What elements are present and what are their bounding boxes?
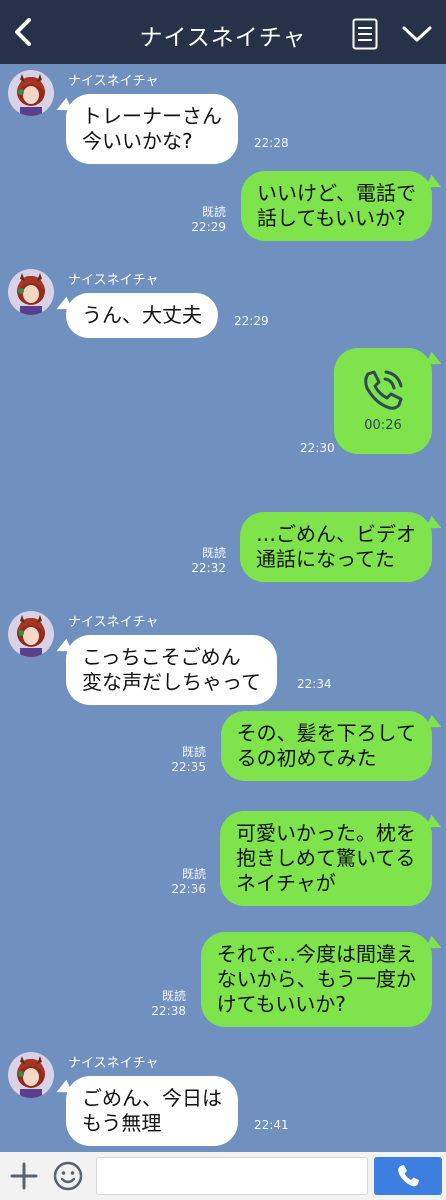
phone-icon: [358, 368, 406, 412]
message-time: 22:34: [297, 677, 332, 691]
chat-log[interactable]: ナイスネイチャ トレーナーさん 今いいかな? 22:28 いいけど、電話で 話し…: [0, 64, 446, 1152]
send-button[interactable]: [374, 1157, 442, 1195]
back-icon[interactable]: [8, 16, 38, 48]
sender-name: ナイスネイチャ: [68, 74, 159, 89]
message-line: それで…今度は間違え: [216, 942, 416, 966]
message-time: 22:38: [151, 1004, 186, 1018]
message-line: ネイチャが: [236, 871, 336, 895]
message-meta: 既読 22:36: [166, 867, 206, 897]
read-receipt: 既読: [181, 745, 206, 759]
message-meta: 既読 22:32: [186, 546, 226, 576]
message-line: …ごめん、ビデオ: [256, 522, 416, 546]
message-line: 変な声だしちゃって: [82, 670, 261, 694]
message-bubble-incoming[interactable]: こっちこそごめん 変な声だしちゃって: [66, 635, 277, 705]
message-line: うん、大丈夫: [82, 303, 202, 327]
message-time: 22:29: [191, 220, 226, 234]
smile-icon[interactable]: [52, 1160, 84, 1192]
message-time: 22:36: [171, 882, 206, 896]
message-bubble-outgoing[interactable]: その、髪を下ろして るの初めてみた: [220, 711, 432, 781]
message-meta: 既読 22:38: [146, 989, 186, 1019]
message-bubble-incoming[interactable]: うん、大丈夫: [66, 293, 218, 338]
message-time: 22:41: [254, 1118, 289, 1132]
message-line: その、髪を下ろして: [236, 721, 416, 745]
call-duration: 00:26: [364, 418, 402, 433]
message-bubble-incoming[interactable]: トレーナーさん 今いいかな?: [66, 94, 238, 164]
read-receipt: 既読: [201, 546, 226, 560]
message-time: 22:29: [234, 314, 269, 328]
message-line: けてもいいか?: [216, 992, 346, 1016]
read-receipt: 既読: [181, 867, 206, 881]
message-bubble-outgoing[interactable]: それで…今度は間違え ないから、もう一度か けてもいいか?: [200, 932, 432, 1027]
avatar[interactable]: [8, 70, 54, 116]
message-line: 通話になってた: [256, 547, 395, 571]
message-input[interactable]: [96, 1157, 368, 1195]
message-time: 22:28: [254, 136, 289, 150]
read-receipt: 既読: [161, 989, 186, 1003]
call-bubble[interactable]: 00:26: [334, 348, 432, 454]
message-line: るの初めてみた: [236, 746, 377, 770]
phone-send-icon: [398, 1165, 419, 1187]
message-bubble-outgoing[interactable]: …ごめん、ビデオ 通話になってた: [240, 512, 432, 582]
message-time: 22:30: [300, 441, 335, 455]
message-line: ごめん、今日は: [82, 1086, 222, 1110]
sender-name: ナイスネイチャ: [68, 273, 159, 288]
message-line: 話してもいいか?: [257, 206, 406, 230]
message-meta: 既読 22:35: [166, 745, 206, 775]
message-time: 22:32: [191, 561, 226, 575]
message-line: いいけど、電話で: [257, 181, 416, 205]
header-bar: ナイスネイチャ: [0, 0, 446, 64]
message-bubble-outgoing[interactable]: いいけど、電話で 話してもいいか?: [241, 171, 432, 241]
message-line: トレーナーさん: [82, 104, 222, 128]
plus-icon[interactable]: [8, 1160, 40, 1192]
message-bubble-incoming[interactable]: ごめん、今日は もう無理: [66, 1076, 238, 1146]
list-icon[interactable]: [352, 18, 378, 50]
message-line: もう無理: [82, 1111, 162, 1135]
sender-name: ナイスネイチャ: [68, 615, 159, 630]
message-line: 今いいかな?: [82, 129, 193, 153]
avatar[interactable]: [8, 269, 54, 315]
message-line: 抱きしめて驚いてる: [236, 846, 416, 870]
message-line: こっちこそごめん: [82, 645, 241, 669]
avatar[interactable]: [8, 1052, 54, 1098]
input-bar: [0, 1152, 446, 1200]
message-meta: 既読 22:29: [186, 205, 226, 235]
avatar[interactable]: [8, 611, 54, 657]
message-line: 可愛いかった。枕を: [236, 821, 416, 845]
read-receipt: 既読: [201, 205, 226, 219]
chat-title: ナイスネイチャ: [139, 25, 307, 51]
message-line: ないから、もう一度か: [216, 967, 416, 991]
chevron-down-icon[interactable]: [400, 22, 434, 46]
sender-name: ナイスネイチャ: [68, 1056, 159, 1071]
message-bubble-outgoing[interactable]: 可愛いかった。枕を 抱きしめて驚いてる ネイチャが: [220, 811, 432, 906]
message-time: 22:35: [171, 760, 206, 774]
